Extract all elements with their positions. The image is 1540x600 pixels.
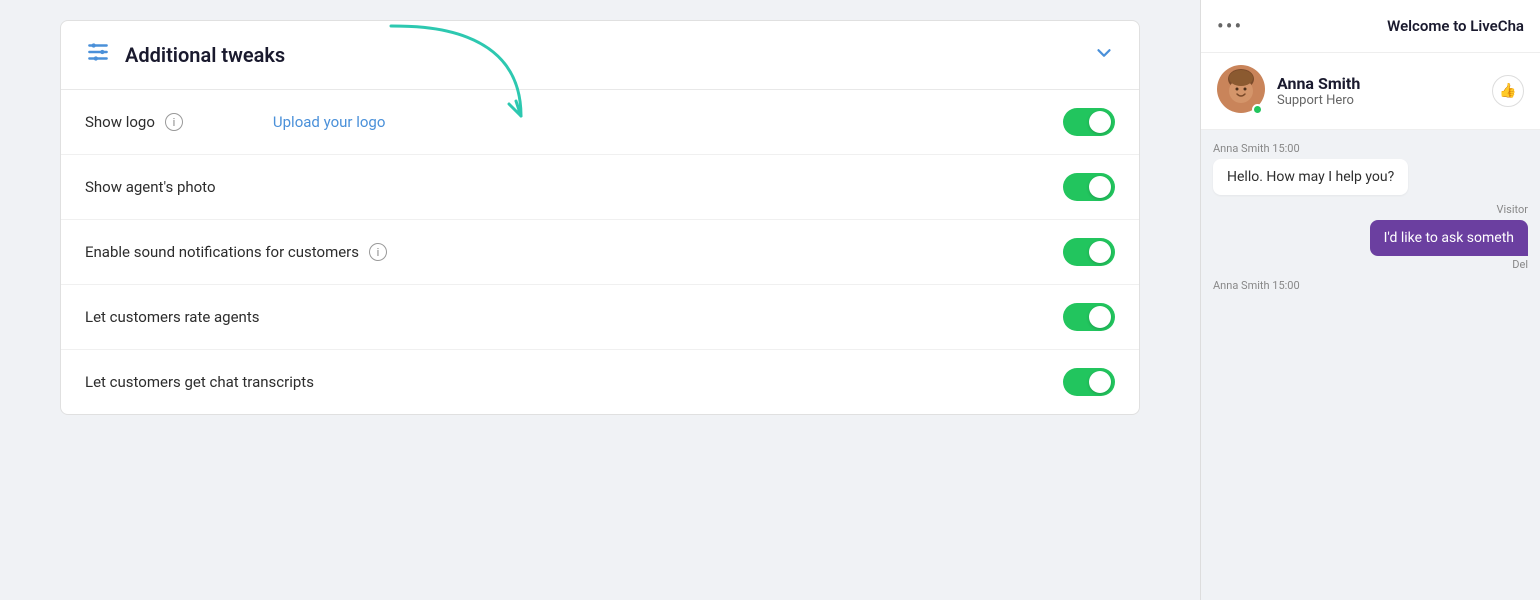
agent-avatar-container: [1217, 65, 1265, 117]
chat-messages: Anna Smith 15:00 Hello. How may I help y…: [1201, 130, 1540, 600]
agent-message-1-meta: Anna Smith 15:00: [1213, 142, 1408, 155]
agent-message-1-bubble: Hello. How may I help you?: [1213, 159, 1408, 195]
visitor-message-1-meta: Visitor: [1496, 203, 1528, 216]
sliders-icon: [85, 39, 111, 71]
visitor-message-1: Visitor I'd like to ask someth Del: [1213, 203, 1528, 271]
chat-transcripts-left: Let customers get chat transcripts: [85, 373, 314, 391]
agent-info-bar: Anna Smith Support Hero 👍: [1201, 53, 1540, 130]
enable-sound-label: Enable sound notifications for customers: [85, 243, 359, 261]
agent-message-2: Anna Smith 15:00: [1213, 279, 1300, 296]
enable-sound-left: Enable sound notifications for customers…: [85, 243, 387, 261]
card-header: Additional tweaks: [61, 21, 1139, 90]
collapse-chevron-icon[interactable]: [1093, 42, 1115, 69]
chat-transcripts-row: Let customers get chat transcripts: [61, 350, 1139, 414]
show-logo-toggle[interactable]: [1063, 108, 1115, 136]
agent-name: Anna Smith: [1277, 74, 1480, 93]
show-agents-photo-left: Show agent's photo: [85, 178, 216, 196]
agent-message-2-meta: Anna Smith 15:00: [1213, 279, 1300, 292]
show-logo-info-icon[interactable]: i: [165, 113, 183, 131]
card-title: Additional tweaks: [125, 43, 285, 67]
del-label: Del: [1512, 258, 1528, 271]
card-header-left: Additional tweaks: [85, 39, 285, 71]
online-status-dot: [1252, 104, 1263, 115]
show-logo-row: Show logo i Upload your logo: [61, 90, 1139, 155]
enable-sound-info-icon[interactable]: i: [369, 243, 387, 261]
enable-sound-row: Enable sound notifications for customers…: [61, 220, 1139, 285]
show-agents-photo-toggle[interactable]: [1063, 173, 1115, 201]
additional-tweaks-card: Additional tweaks Show logo i: [60, 20, 1140, 415]
show-agents-photo-row: Show agent's photo: [61, 155, 1139, 220]
rate-agents-left: Let customers rate agents: [85, 308, 260, 326]
agent-message-1: Anna Smith 15:00 Hello. How may I help y…: [1213, 142, 1408, 195]
agent-details: Anna Smith Support Hero: [1277, 74, 1480, 108]
enable-sound-toggle[interactable]: [1063, 238, 1115, 266]
visitor-message-1-bubble: I'd like to ask someth: [1370, 220, 1528, 256]
left-panel: Additional tweaks Show logo i: [0, 0, 1200, 600]
show-agents-photo-label: Show agent's photo: [85, 178, 216, 196]
chat-options-icon[interactable]: •••: [1217, 14, 1243, 38]
show-logo-label: Show logo: [85, 113, 155, 131]
rate-agents-label: Let customers rate agents: [85, 308, 260, 326]
chat-transcripts-label: Let customers get chat transcripts: [85, 373, 314, 391]
chat-transcripts-toggle[interactable]: [1063, 368, 1115, 396]
thumbs-up-icon[interactable]: 👍: [1492, 75, 1524, 107]
show-logo-left: Show logo i Upload your logo: [85, 113, 385, 131]
rate-agents-row: Let customers rate agents: [61, 285, 1139, 350]
chat-header-title: Welcome to LiveCha: [1387, 17, 1524, 35]
agent-role: Support Hero: [1277, 93, 1480, 108]
upload-logo-link[interactable]: Upload your logo: [273, 113, 386, 131]
rate-agents-toggle[interactable]: [1063, 303, 1115, 331]
chat-panel: ••• Welcome to LiveCha Anna Smit: [1200, 0, 1540, 600]
chat-header: ••• Welcome to LiveCha: [1201, 0, 1540, 53]
